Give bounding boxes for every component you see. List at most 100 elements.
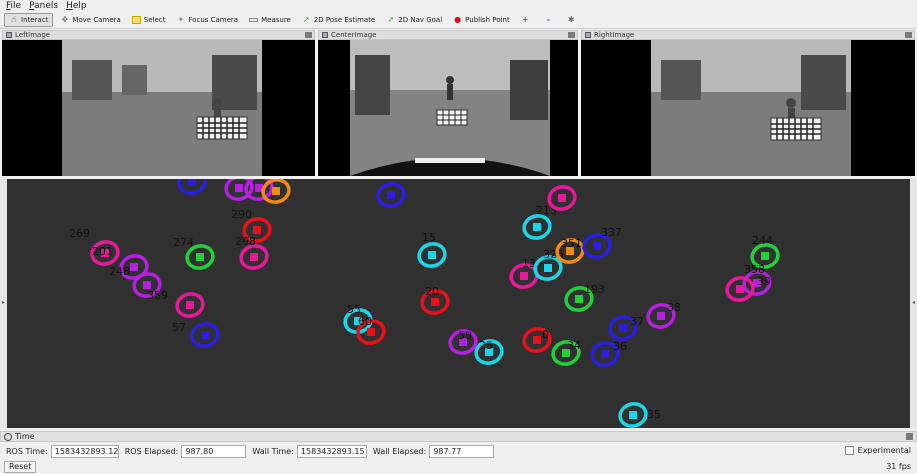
tag-id-label: 201 <box>92 245 113 258</box>
publish-point-tool-button[interactable]: ● Publish Point <box>449 13 514 27</box>
move-camera-tool-button[interactable]: ✥ Move Camera <box>56 13 124 27</box>
image-panel-icon <box>585 32 591 38</box>
center-scene <box>350 40 550 176</box>
tool-properties-button[interactable]: ✱ <box>563 13 583 27</box>
time-row: ROS Time: 1583432893.12 ROS Elapsed: 987… <box>0 443 917 459</box>
tag-id-label: 35 <box>647 408 661 421</box>
tag-id-label: 59 <box>458 329 472 342</box>
menu-help[interactable]: Help <box>66 1 87 11</box>
tag-id-label: 25 <box>479 339 493 352</box>
publish-point-icon: ● <box>454 15 462 24</box>
marker-layer: 26929029827420124835957152055605925034 36… <box>69 179 780 428</box>
tag-marker <box>190 322 220 348</box>
tag-id-label: 20 <box>425 285 439 298</box>
tag-id-label: 0 <box>542 328 549 341</box>
fps-readout: 31 fps <box>886 462 911 471</box>
tag-id-label: 248 <box>109 265 130 278</box>
right-camera-frame <box>651 40 851 176</box>
ros-elapsed-field[interactable]: 987.80 <box>181 444 247 458</box>
experimental-label: Experimental <box>857 446 911 455</box>
right-scene <box>651 40 851 176</box>
center-image-panel-title: CenterImage <box>318 30 578 40</box>
tag-id-label: 60 <box>358 315 372 328</box>
select-icon <box>131 16 141 24</box>
tag-id-label: 34 <box>567 339 581 352</box>
minus-icon: – <box>546 15 551 24</box>
focus-camera-icon: ✦ <box>177 15 185 24</box>
nav-goal-tool-button[interactable]: ➚ 2D Nav Goal <box>382 13 446 27</box>
left-image-view <box>2 40 315 176</box>
tag-marker <box>725 276 755 302</box>
tag-id-label: 57 <box>172 321 186 334</box>
menu-panels[interactable]: Panels <box>29 1 58 11</box>
right-dock-handle[interactable]: ◂ <box>910 179 917 428</box>
tag-id-label: 351 <box>561 237 582 250</box>
tag-marker <box>261 179 291 204</box>
nav-goal-icon: ➚ <box>387 15 395 24</box>
status-bar: Reset 31 fps <box>0 460 917 474</box>
tag-id-label: 298 <box>235 235 256 248</box>
tag-id-label: 269 <box>69 227 90 240</box>
left-camera-frame <box>62 40 262 176</box>
time-panel-title: Time <box>0 431 917 442</box>
tag-id-label: 15 <box>422 231 436 244</box>
tag-id-label: 244 <box>752 234 773 247</box>
center-image-view <box>318 40 578 176</box>
interact-tool-button[interactable]: ☝ Interact <box>4 13 54 27</box>
close-panel-button[interactable] <box>906 433 913 440</box>
tag-id-label: 39 <box>757 275 771 288</box>
tag-marker <box>522 214 552 240</box>
add-tool-button[interactable]: + <box>517 13 537 27</box>
reset-button[interactable]: Reset <box>4 461 37 473</box>
left-dock-handle[interactable]: ▸ <box>0 179 7 428</box>
ros-elapsed-label: ROS Elapsed: <box>124 446 179 456</box>
wall-time-field[interactable]: 1583432893.15 <box>296 444 367 458</box>
collapse-right-icon: ◂ <box>912 299 916 306</box>
select-tool-button[interactable]: Select <box>128 13 170 27</box>
menu-bar: File Panels Help <box>0 0 917 12</box>
menu-file[interactable]: File <box>6 1 21 11</box>
wall-elapsed-field[interactable]: 987.77 <box>429 444 495 458</box>
3d-render-viewport[interactable]: 269 290 298 274 201 248 359 57 15 20 55 60 59 25 0 34 36… <box>7 179 910 428</box>
tool-toolbar: ☝ Interact ✥ Move Camera Select ✦ Focus … <box>0 12 917 29</box>
collapse-left-icon: ▸ <box>2 299 6 306</box>
close-panel-button[interactable] <box>905 32 912 38</box>
tag-id-label: 359 <box>147 289 168 302</box>
tag-marker <box>618 402 648 428</box>
plus-icon: + <box>521 15 529 24</box>
move-camera-icon: ✥ <box>61 15 69 24</box>
measure-icon <box>249 18 259 22</box>
tag-id-label: 193 <box>584 283 605 296</box>
pose-estimate-tool-button[interactable]: ➚ 2D Pose Estimate <box>298 13 379 27</box>
clock-icon <box>4 433 12 441</box>
tag-marker <box>175 292 205 318</box>
pose-estimate-icon: ➚ <box>302 15 310 24</box>
ros-time-label: ROS Time: <box>6 446 48 456</box>
experimental-option[interactable]: Experimental <box>844 446 911 455</box>
interact-icon: ☝ <box>11 15 16 24</box>
tag-marker <box>376 182 406 208</box>
right-image-panel-title: RightImage <box>581 30 915 40</box>
measure-tool-button[interactable]: Measure <box>245 13 295 27</box>
tag-id-label: 290 <box>231 208 252 221</box>
left-image-panel-title: LeftImage <box>2 30 315 40</box>
center-camera-frame <box>350 40 550 176</box>
left-scene <box>62 40 262 176</box>
tag-id-label: 337 <box>601 226 622 239</box>
focus-camera-tool-button[interactable]: ✦ Focus Camera <box>172 13 242 27</box>
tag-id-label: 38 <box>667 301 681 314</box>
remove-tool-button[interactable]: – <box>540 13 560 27</box>
tag-marker <box>177 179 207 195</box>
close-panel-button[interactable] <box>568 32 575 38</box>
wall-elapsed-label: Wall Elapsed: <box>372 446 427 456</box>
wall-time-label: Wall Time: <box>252 446 294 456</box>
image-panel-icon <box>6 32 12 38</box>
close-panel-button[interactable] <box>305 32 312 38</box>
ros-time-field[interactable]: 1583432893.12 <box>50 444 119 458</box>
experimental-checkbox[interactable] <box>844 446 854 455</box>
gear-icon: ✱ <box>567 15 575 24</box>
image-panel-icon <box>322 32 328 38</box>
tag-id-label: 36 <box>613 340 627 353</box>
tag-marker <box>417 242 447 268</box>
tag-id-label: 37 <box>630 315 644 328</box>
